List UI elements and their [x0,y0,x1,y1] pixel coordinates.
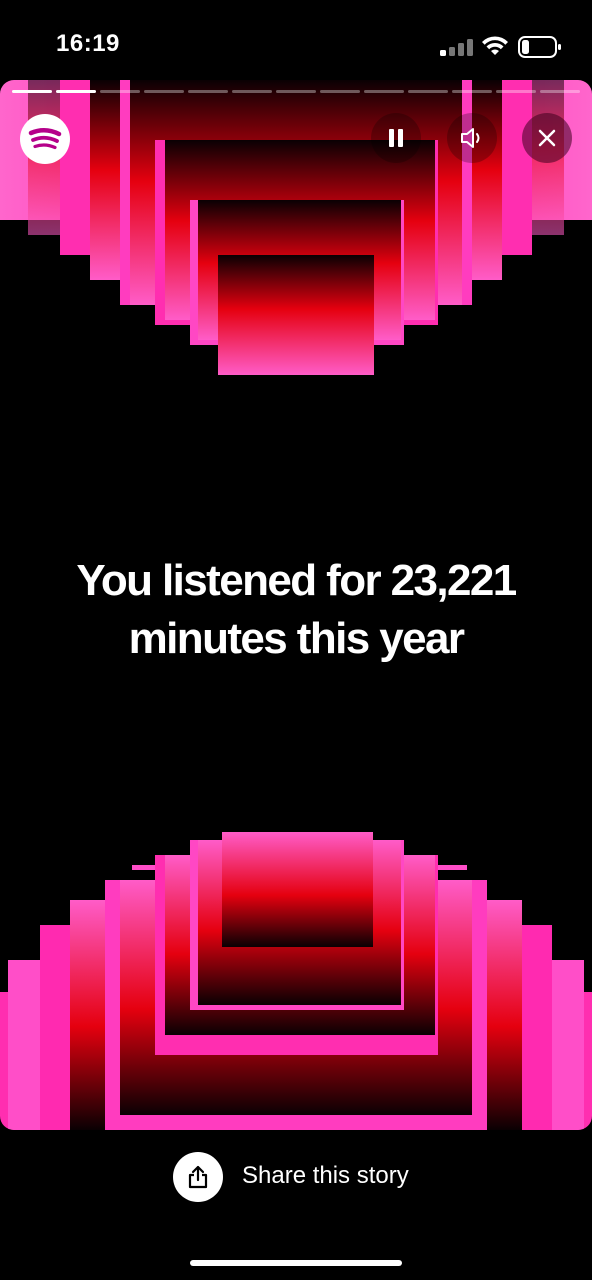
story-card[interactable]: You listened for 23,221 minutes this yea… [0,80,592,1130]
battery-icon [518,36,561,58]
speaker-icon [461,128,480,148]
headline-line-2: minutes this year [128,614,465,663]
home-indicator[interactable] [190,1260,402,1266]
share-label[interactable]: Share this story [242,1162,409,1190]
share-story-row[interactable]: Share this story [0,1148,592,1208]
bottom-bands [0,832,592,1130]
progress-segment [540,90,580,93]
sound-button[interactable] [447,113,497,163]
pause-button[interactable] [371,113,421,163]
progress-segment [144,90,184,93]
progress-segment [56,90,96,93]
progress-segment [452,90,492,93]
status-bar: 16:19 [0,0,592,80]
story-headline: You listened for 23,221 minutes this yea… [0,552,592,668]
status-time: 16:19 [56,30,120,57]
close-icon [538,129,556,147]
progress-segment [100,90,140,93]
wifi-icon [482,36,508,55]
spotify-logo-icon [20,114,70,164]
top-bands [0,80,592,375]
progress-segment [496,90,536,93]
progress-segment [364,90,404,93]
headline-line-1: You listened for 23,221 [76,556,517,605]
story-progress-bar [12,90,580,95]
pause-icon [389,129,403,147]
close-button[interactable] [522,113,572,163]
progress-segment [320,90,360,93]
progress-segment [232,90,272,93]
progress-segment [12,90,52,93]
share-button[interactable] [173,1152,223,1202]
progress-segment [408,90,448,93]
share-icon [188,1165,208,1189]
cellular-signal-icon [440,38,474,56]
progress-segment [188,90,228,93]
progress-segment [276,90,316,93]
